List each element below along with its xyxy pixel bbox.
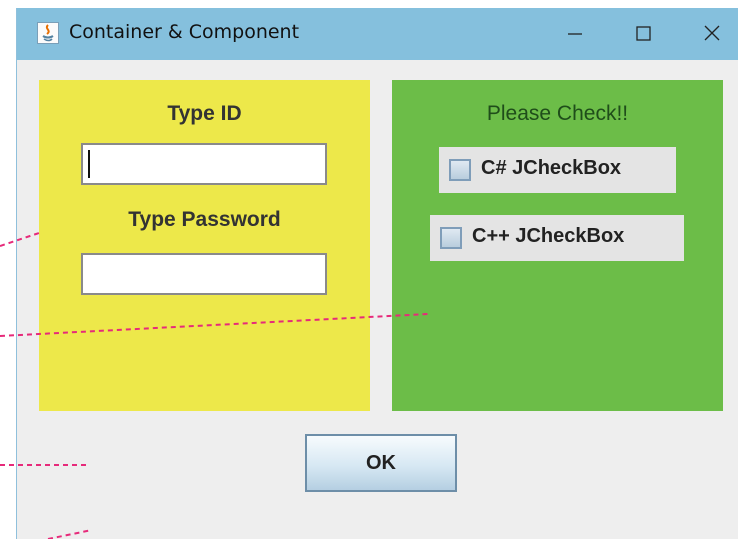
java-app-icon (37, 22, 59, 44)
app-window: Container & Component Type ID Type Passw… (16, 8, 738, 539)
csharp-checkbox-label: C# JCheckBox (481, 157, 622, 179)
cpp-checkbox-label: C++ JCheckBox (472, 225, 625, 247)
csharp-checkbox-row[interactable]: C# JCheckBox (439, 147, 676, 193)
title-bar[interactable]: Container & Component (17, 8, 738, 60)
minimize-button[interactable] (560, 18, 590, 48)
csharp-checkbox[interactable] (449, 159, 471, 181)
password-text-field[interactable] (81, 253, 327, 295)
text-caret (88, 150, 90, 178)
checkbox-panel: Please Check!! C# JCheckBox C++ JCheckBo… (392, 80, 723, 411)
type-id-label: Type ID (167, 102, 242, 125)
maximize-button[interactable] (628, 18, 658, 48)
id-text-field[interactable] (81, 143, 327, 185)
ok-button[interactable]: OK (305, 434, 457, 492)
please-check-label: Please Check!! (486, 102, 629, 125)
cpp-checkbox-row[interactable]: C++ JCheckBox (430, 215, 684, 261)
minimize-icon (568, 33, 582, 35)
close-icon (704, 25, 720, 41)
cpp-checkbox[interactable] (440, 227, 462, 249)
close-button[interactable] (697, 18, 727, 48)
login-panel: Type ID Type Password (39, 80, 370, 411)
window-title: Container & Component (69, 21, 300, 43)
maximize-icon (636, 26, 651, 41)
type-password-label: Type Password (128, 208, 281, 231)
